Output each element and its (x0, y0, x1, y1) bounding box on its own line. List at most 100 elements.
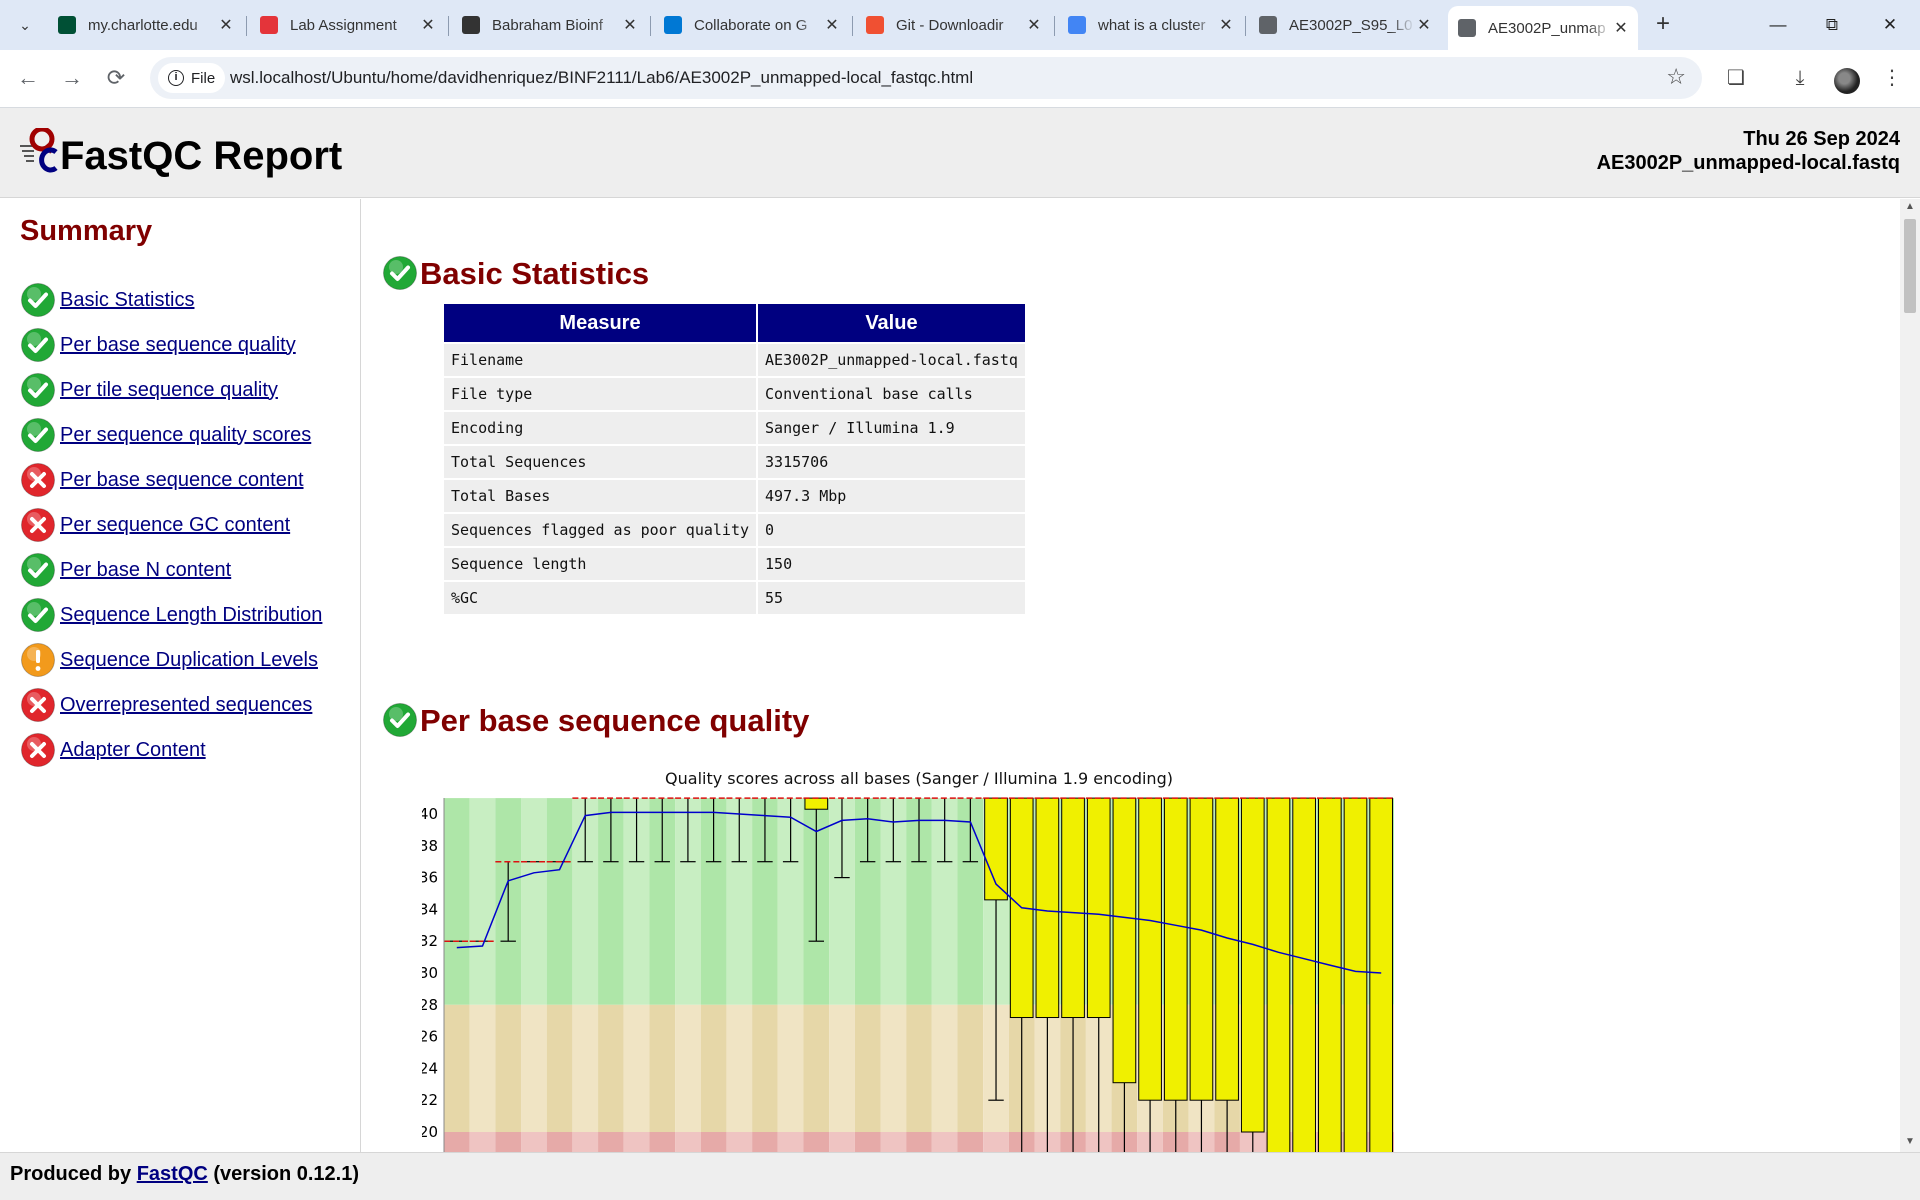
table-row: Sequence length 150 (444, 548, 1025, 580)
tab-close-icon[interactable]: ✕ (823, 15, 841, 35)
tab-close-icon[interactable]: ✕ (1217, 15, 1235, 35)
tab-separator (448, 16, 449, 36)
summary-link[interactable]: Per tile sequence quality (60, 379, 278, 402)
warning-icon (20, 642, 56, 678)
quartile-box (1292, 797, 1316, 1152)
summary-link[interactable]: Sequence Length Distribution (60, 604, 322, 627)
browser-tab[interactable]: AE3002P_S95_L0 ✕ (1249, 8, 1441, 42)
address-bar[interactable]: i File wsl.localhost/Ubuntu/home/davidhe… (150, 57, 1702, 99)
charlotte-favicon-icon (58, 16, 76, 34)
quality-zone-band (957, 1004, 984, 1132)
tab-close-icon[interactable]: ✕ (1612, 18, 1630, 38)
forward-arrow-icon[interactable]: → (54, 60, 90, 96)
browser-tab[interactable]: what is a cluster ✕ (1058, 8, 1243, 42)
pass-check-icon (382, 255, 418, 291)
site-info-chip[interactable]: i File (158, 63, 226, 93)
quality-zone-band (572, 1004, 599, 1132)
tab-separator (852, 16, 853, 36)
summary-item: Sequence Length Distribution (20, 595, 322, 635)
extensions-puzzle-icon[interactable]: ❏ (1720, 62, 1752, 94)
site-chip-label: File (191, 69, 216, 87)
value-cell: Sanger / Illumina 1.9 (758, 412, 1025, 444)
measure-cell: Sequence length (444, 548, 757, 580)
reload-icon[interactable]: ⟳ (98, 60, 134, 96)
tab-label: AE3002P_S95_L0 (1289, 16, 1413, 34)
y-tick-label: 30 (422, 964, 438, 982)
measure-cell: Total Bases (444, 480, 757, 512)
pass-check-icon (20, 282, 56, 318)
tab-label: Babraham Bioinf (492, 16, 603, 34)
quartile-box (1035, 797, 1060, 1019)
value-cell: 55 (758, 582, 1025, 614)
profile-avatar[interactable] (1834, 68, 1860, 94)
quartile-box (1343, 797, 1368, 1152)
quality-zone-band (521, 1132, 547, 1152)
quality-zone-band (495, 1132, 522, 1152)
tab-close-icon[interactable]: ✕ (419, 15, 437, 35)
quartile-box (1061, 797, 1085, 1019)
fail-cross-icon (20, 732, 56, 768)
quality-zone-band (649, 1004, 676, 1132)
bookmark-star-icon[interactable]: ☆ (1666, 64, 1686, 90)
browser-tab[interactable]: Babraham Bioinf ✕ (452, 8, 647, 42)
scroll-up-arrow-icon[interactable]: ▲ (1900, 201, 1920, 215)
restore-icon[interactable]: ⧉ (1812, 8, 1852, 42)
summary-title: Summary (20, 215, 153, 247)
basic-statistics-heading: Basic Statistics (420, 256, 650, 291)
page-scrollbar[interactable]: ▲ ▼ (1900, 199, 1920, 1152)
browser-tab[interactable]: Git - Downloadir ✕ (856, 8, 1051, 42)
summary-link[interactable]: Per base sequence content (60, 469, 304, 492)
quality-zone-band (495, 1004, 522, 1132)
window-close-icon[interactable]: ✕ (1870, 8, 1910, 42)
scroll-down-arrow-icon[interactable]: ▼ (1900, 1136, 1920, 1150)
menu-kebab-icon[interactable]: ⋮ (1876, 62, 1908, 94)
summary-link[interactable]: Per base N content (60, 559, 231, 582)
babraham-favicon-icon (462, 16, 480, 34)
summary-link[interactable]: Basic Statistics (60, 289, 194, 312)
fastqc-link[interactable]: FastQC (137, 1163, 208, 1185)
browser-tab[interactable]: Collaborate on G ✕ (654, 8, 849, 42)
new-tab-plus-icon[interactable]: + (1648, 10, 1678, 40)
url-text[interactable]: wsl.localhost/Ubuntu/home/davidhenriquez… (230, 68, 973, 88)
tab-close-icon[interactable]: ✕ (1025, 15, 1043, 35)
section-per-base-sequence-quality: Per base sequence quality (382, 702, 809, 738)
quartile-box (1163, 797, 1188, 1101)
summary-link[interactable]: Overrepresented sequences (60, 694, 312, 717)
summary-link[interactable]: Sequence Duplication Levels (60, 649, 318, 672)
report-date: Thu 26 Sep 2024 (1743, 128, 1900, 150)
quality-zone-band (803, 1132, 830, 1152)
y-tick-label: 26 (422, 1028, 438, 1046)
tab-close-icon[interactable]: ✕ (217, 15, 235, 35)
tab-close-icon[interactable]: ✕ (621, 15, 639, 35)
table-row: Total Bases 497.3 Mbp (444, 480, 1025, 512)
tab-search-chevron-icon[interactable]: ⌄ (10, 12, 40, 38)
summary-link[interactable]: Per sequence GC content (60, 514, 290, 537)
summary-link[interactable]: Per sequence quality scores (60, 424, 311, 447)
quality-zone-band (546, 1004, 573, 1132)
tab-label: Lab Assignment (290, 16, 397, 34)
download-icon[interactable]: ⤓ (1784, 62, 1816, 94)
table-row: Sequences flagged as poor quality 0 (444, 514, 1025, 546)
browser-tab[interactable]: Lab Assignment ✕ (250, 8, 445, 42)
minimize-icon[interactable]: — (1758, 8, 1798, 42)
fail-cross-icon (20, 507, 56, 543)
quality-zone-band (854, 1132, 881, 1152)
browser-tab[interactable]: AE3002P_unmap ✕ (1448, 6, 1638, 50)
tab-label: what is a cluster (1098, 16, 1206, 34)
measure-cell: Filename (444, 344, 757, 376)
quality-zone-band (906, 1004, 932, 1132)
value-cell: AE3002P_unmapped-local.fastq (758, 344, 1025, 376)
browser-tab[interactable]: my.charlotte.edu ✕ (48, 8, 243, 42)
scrollbar-thumb[interactable] (1904, 219, 1916, 313)
summary-link[interactable]: Adapter Content (60, 739, 206, 762)
pass-check-icon (20, 552, 56, 588)
summary-link[interactable]: Per base sequence quality (60, 334, 296, 357)
y-tick-label: 32 (422, 932, 438, 950)
quartile-box (1266, 797, 1291, 1152)
info-icon: i (168, 70, 184, 86)
measure-cell: Total Sequences (444, 446, 757, 478)
tab-close-icon[interactable]: ✕ (1415, 15, 1433, 35)
back-arrow-icon[interactable]: ← (10, 60, 46, 96)
pass-check-icon (20, 372, 56, 408)
quality-zone-band (880, 1132, 907, 1152)
